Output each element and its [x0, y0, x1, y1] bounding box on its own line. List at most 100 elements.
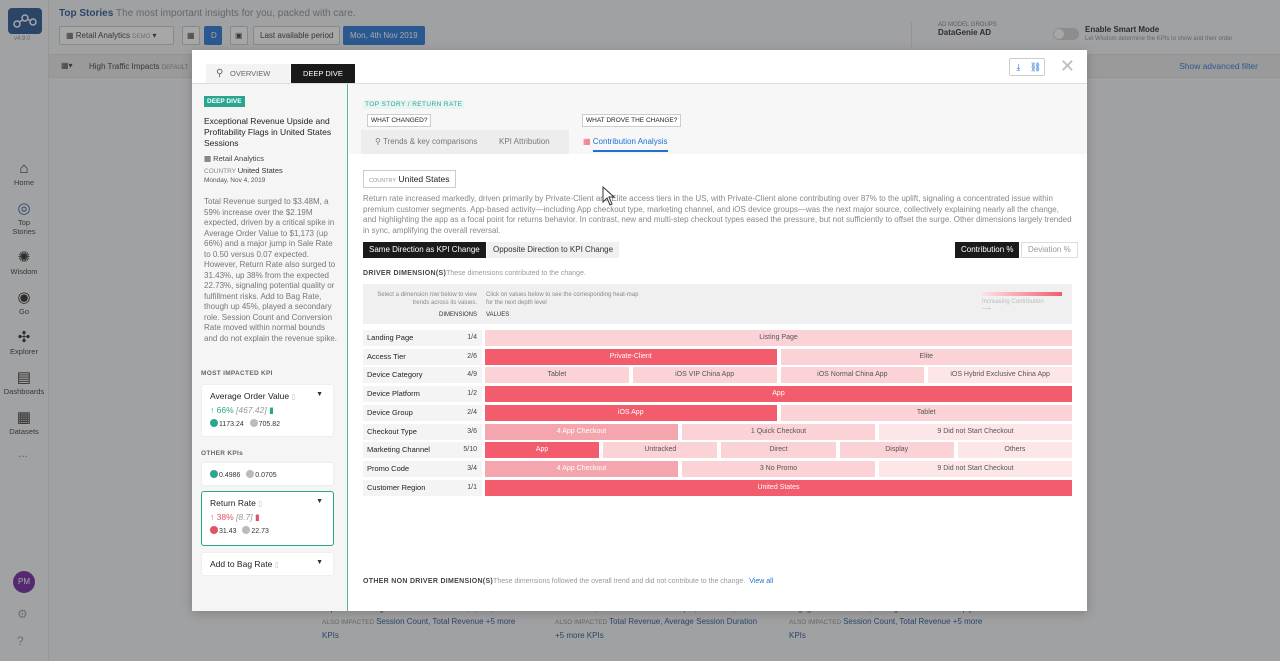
dimension-label: Landing Page: [367, 333, 414, 342]
chevron-down-icon[interactable]: ▼: [316, 391, 323, 398]
most-impacted-heading: MOST IMPACTED KPI: [201, 370, 273, 377]
heatmap-value-cell[interactable]: Private-Client: [485, 348, 777, 365]
deviation-pct-button[interactable]: Deviation %: [1021, 242, 1078, 258]
heatmap-value-cell[interactable]: United States: [485, 479, 1072, 496]
heatmap-value-cell[interactable]: Tablet: [485, 367, 629, 384]
story-title: Exceptional Revenue Upside and Profitabi…: [204, 116, 332, 148]
tab-contribution-analysis[interactable]: Contribution Analysis: [592, 137, 668, 152]
heatmap-value-cell[interactable]: Others: [957, 442, 1072, 459]
heatmap-row[interactable]: Checkout Type 3/6 4 App Checkout 1 Quick Ch…: [363, 423, 1072, 440]
thermometer-icon: ▮: [254, 512, 260, 522]
kpi-change-pct: 66%: [216, 405, 234, 415]
story-summary: Total Revenue surged to $3.48M, a 59% in…: [204, 197, 337, 343]
chevron-down-icon[interactable]: ▼: [316, 559, 323, 566]
heatmap-value-cell[interactable]: Listing Page: [485, 330, 1072, 346]
actual-icon: [210, 526, 218, 534]
opposite-direction-button[interactable]: Opposite Direction to KPI Change: [487, 242, 620, 258]
kpi-name: Return Rate: [210, 498, 256, 508]
heatmap-value-cell[interactable]: iOS Normal China App: [780, 367, 925, 384]
link-icon[interactable]: ⛓: [1027, 59, 1044, 75]
heatmap-value-cell[interactable]: 4 App Checkout: [485, 423, 678, 440]
heatmap-row[interactable]: Device Category 4/9 Tablet iOS VIP China Ap…: [363, 367, 1072, 384]
expected-icon: [242, 526, 251, 534]
what-changed-label: WHAT CHANGED?: [367, 114, 432, 127]
close-icon[interactable]: ✕: [1060, 56, 1075, 77]
kpi-card-sale-rate[interactable]: 0.4986 0.0705: [201, 462, 334, 486]
heatmap-value-cell[interactable]: Display: [839, 442, 954, 459]
dimension-label: Customer Region: [367, 482, 426, 492]
heatmap-value-cell[interactable]: iOS App: [485, 404, 777, 421]
story-dataset-name: Retail Analytics: [213, 154, 265, 163]
kpi-card-return-rate[interactable]: Return Rate ▯ ▼ ↑ 38% [8.7] ▮ 31.43 22.7…: [201, 491, 334, 546]
story-dataset: ▦ Retail Analytics: [204, 154, 264, 163]
kpi-change: ↑ 38% [8.7] ▮: [210, 512, 260, 522]
story-country: COUNTRY United States: [204, 166, 283, 175]
kpi-expected: 22.73: [251, 528, 269, 535]
kpi-name: Add to Bag Rate: [210, 559, 273, 569]
other-kpis-heading: OTHER KPIs: [201, 450, 244, 457]
info-icon[interactable]: ▯: [275, 562, 279, 569]
country-filter[interactable]: COUNTRY United States: [363, 170, 456, 188]
same-direction-button[interactable]: Same Direction as KPI Change: [363, 242, 486, 258]
info-icon[interactable]: ▯: [291, 394, 295, 401]
chevron-down-icon[interactable]: ▼: [316, 498, 323, 505]
dimension-label: Checkout Type: [367, 426, 417, 436]
dimensions-column-label: DIMENSIONS: [438, 312, 477, 318]
other-dimensions-subtitle: These dimensions followed the overall tr…: [493, 578, 746, 585]
analysis-pane: TOP STORY / RETURN RATE ⚲ Trends & key c…: [349, 84, 1087, 611]
heatmap-value-cell[interactable]: 9 Did not Start Checkout: [879, 423, 1072, 440]
heatmap-value-cell[interactable]: 1 Quick Checkout: [682, 423, 875, 440]
tab-deep-dive[interactable]: DEEP DIVE: [291, 64, 355, 83]
heatmap-row[interactable]: Device Group 2/4 iOS App Tablet: [363, 404, 1072, 421]
values-help: Click on values below to see the corresp…: [486, 292, 639, 306]
heatmap-value-cell[interactable]: Untracked: [603, 442, 718, 459]
kpi-card-average-order-value[interactable]: Average Order Value ▯ ▼ ↑ 66% [467.42] ▮…: [201, 384, 334, 437]
heatmap-value-cell[interactable]: App: [485, 442, 600, 459]
heatmap-row[interactable]: Customer Region 1/1 United States: [363, 479, 1072, 496]
story-date: Monday, Nov 4, 2019: [204, 177, 266, 184]
kpi-actual: 1173.24: [219, 421, 244, 428]
dimension-count: 2/4: [467, 408, 477, 416]
view-all-link[interactable]: View all: [749, 578, 773, 585]
heatmap-value-cell[interactable]: 3 No Promo: [682, 460, 875, 477]
thermometer-icon: ▮: [269, 405, 274, 415]
dataset-icon: ▦: [204, 154, 214, 163]
analysis-tabs: ⚲ Trends & key comparisons KPI Attributi…: [361, 122, 1084, 154]
driver-dimensions-title: DRIVER DIMENSION(S): [363, 270, 447, 277]
contribution-panel: COUNTRY United States Return rate increa…: [349, 154, 1087, 611]
kpi-values: 0.4986 0.0705: [210, 470, 325, 479]
heatmap-row[interactable]: Device Platform 1/2 App: [363, 386, 1072, 403]
heatmap-row[interactable]: Access Tier 2/6 Private-Client Elite: [363, 348, 1072, 365]
heatmap-value-cell[interactable]: 9 Did not Start Checkout: [879, 460, 1072, 477]
driver-dimensions-subtitle: These dimensions contributed to the chan…: [446, 270, 586, 277]
heatmap-value-cell[interactable]: Tablet: [780, 404, 1072, 421]
other-dimensions-heading: OTHER NON DRIVER DIMENSION(S)These dimen…: [363, 578, 773, 585]
info-icon[interactable]: ▯: [258, 501, 262, 508]
download-icon[interactable]: ⤓: [1010, 59, 1027, 75]
heatmap-value-cell[interactable]: Elite: [780, 348, 1072, 365]
country-label: COUNTRY: [204, 168, 236, 175]
heatmap-value-cell[interactable]: App: [485, 386, 1072, 403]
heatmap-row[interactable]: Marketing Channel 5/10 App Untracked Direct D…: [363, 442, 1072, 459]
tab-kpi-attribution[interactable]: KPI Attribution: [489, 130, 560, 154]
heatmap-value-cell[interactable]: iOS VIP China App: [632, 367, 777, 384]
trends-icon: ⚲: [375, 137, 383, 146]
heatmap-row[interactable]: Promo Code 3/4 4 App Checkout 3 No Promo 9 D…: [363, 460, 1072, 477]
heatmap-value-cell[interactable]: Direct: [721, 442, 836, 459]
contribution-summary: Return rate increased markedly, driven p…: [363, 194, 1072, 235]
country-value: United States: [398, 174, 450, 184]
tab-overview[interactable]: ⚲ OVERVIEW: [206, 64, 290, 83]
country-value: United States: [237, 166, 283, 175]
kpi-card-add-to-bag-rate[interactable]: Add to Bag Rate ▯ ▼: [201, 552, 334, 576]
heatmap-value-cell[interactable]: iOS Hybrid Exclusive China App: [928, 367, 1072, 384]
dimension-label: Device Platform: [367, 389, 420, 399]
contribution-pct-button[interactable]: Contribution %: [955, 242, 1020, 258]
legend-label: Increasing Contribution: [982, 299, 1044, 305]
kpi-change-pct: 38%: [216, 512, 234, 522]
tab-trends[interactable]: ⚲ Trends & key comparisons: [365, 130, 487, 154]
kpi-change: ↑ 66% [467.42] ▮: [210, 405, 274, 415]
dimension-label: Promo Code: [367, 463, 410, 473]
tab-contribution-analysis-wrap: ▦ Contribution Analysis: [573, 130, 678, 154]
heatmap-row[interactable]: Landing Page 1/4 Listing Page: [363, 330, 1072, 346]
heatmap-value-cell[interactable]: 4 App Checkout: [485, 460, 678, 477]
